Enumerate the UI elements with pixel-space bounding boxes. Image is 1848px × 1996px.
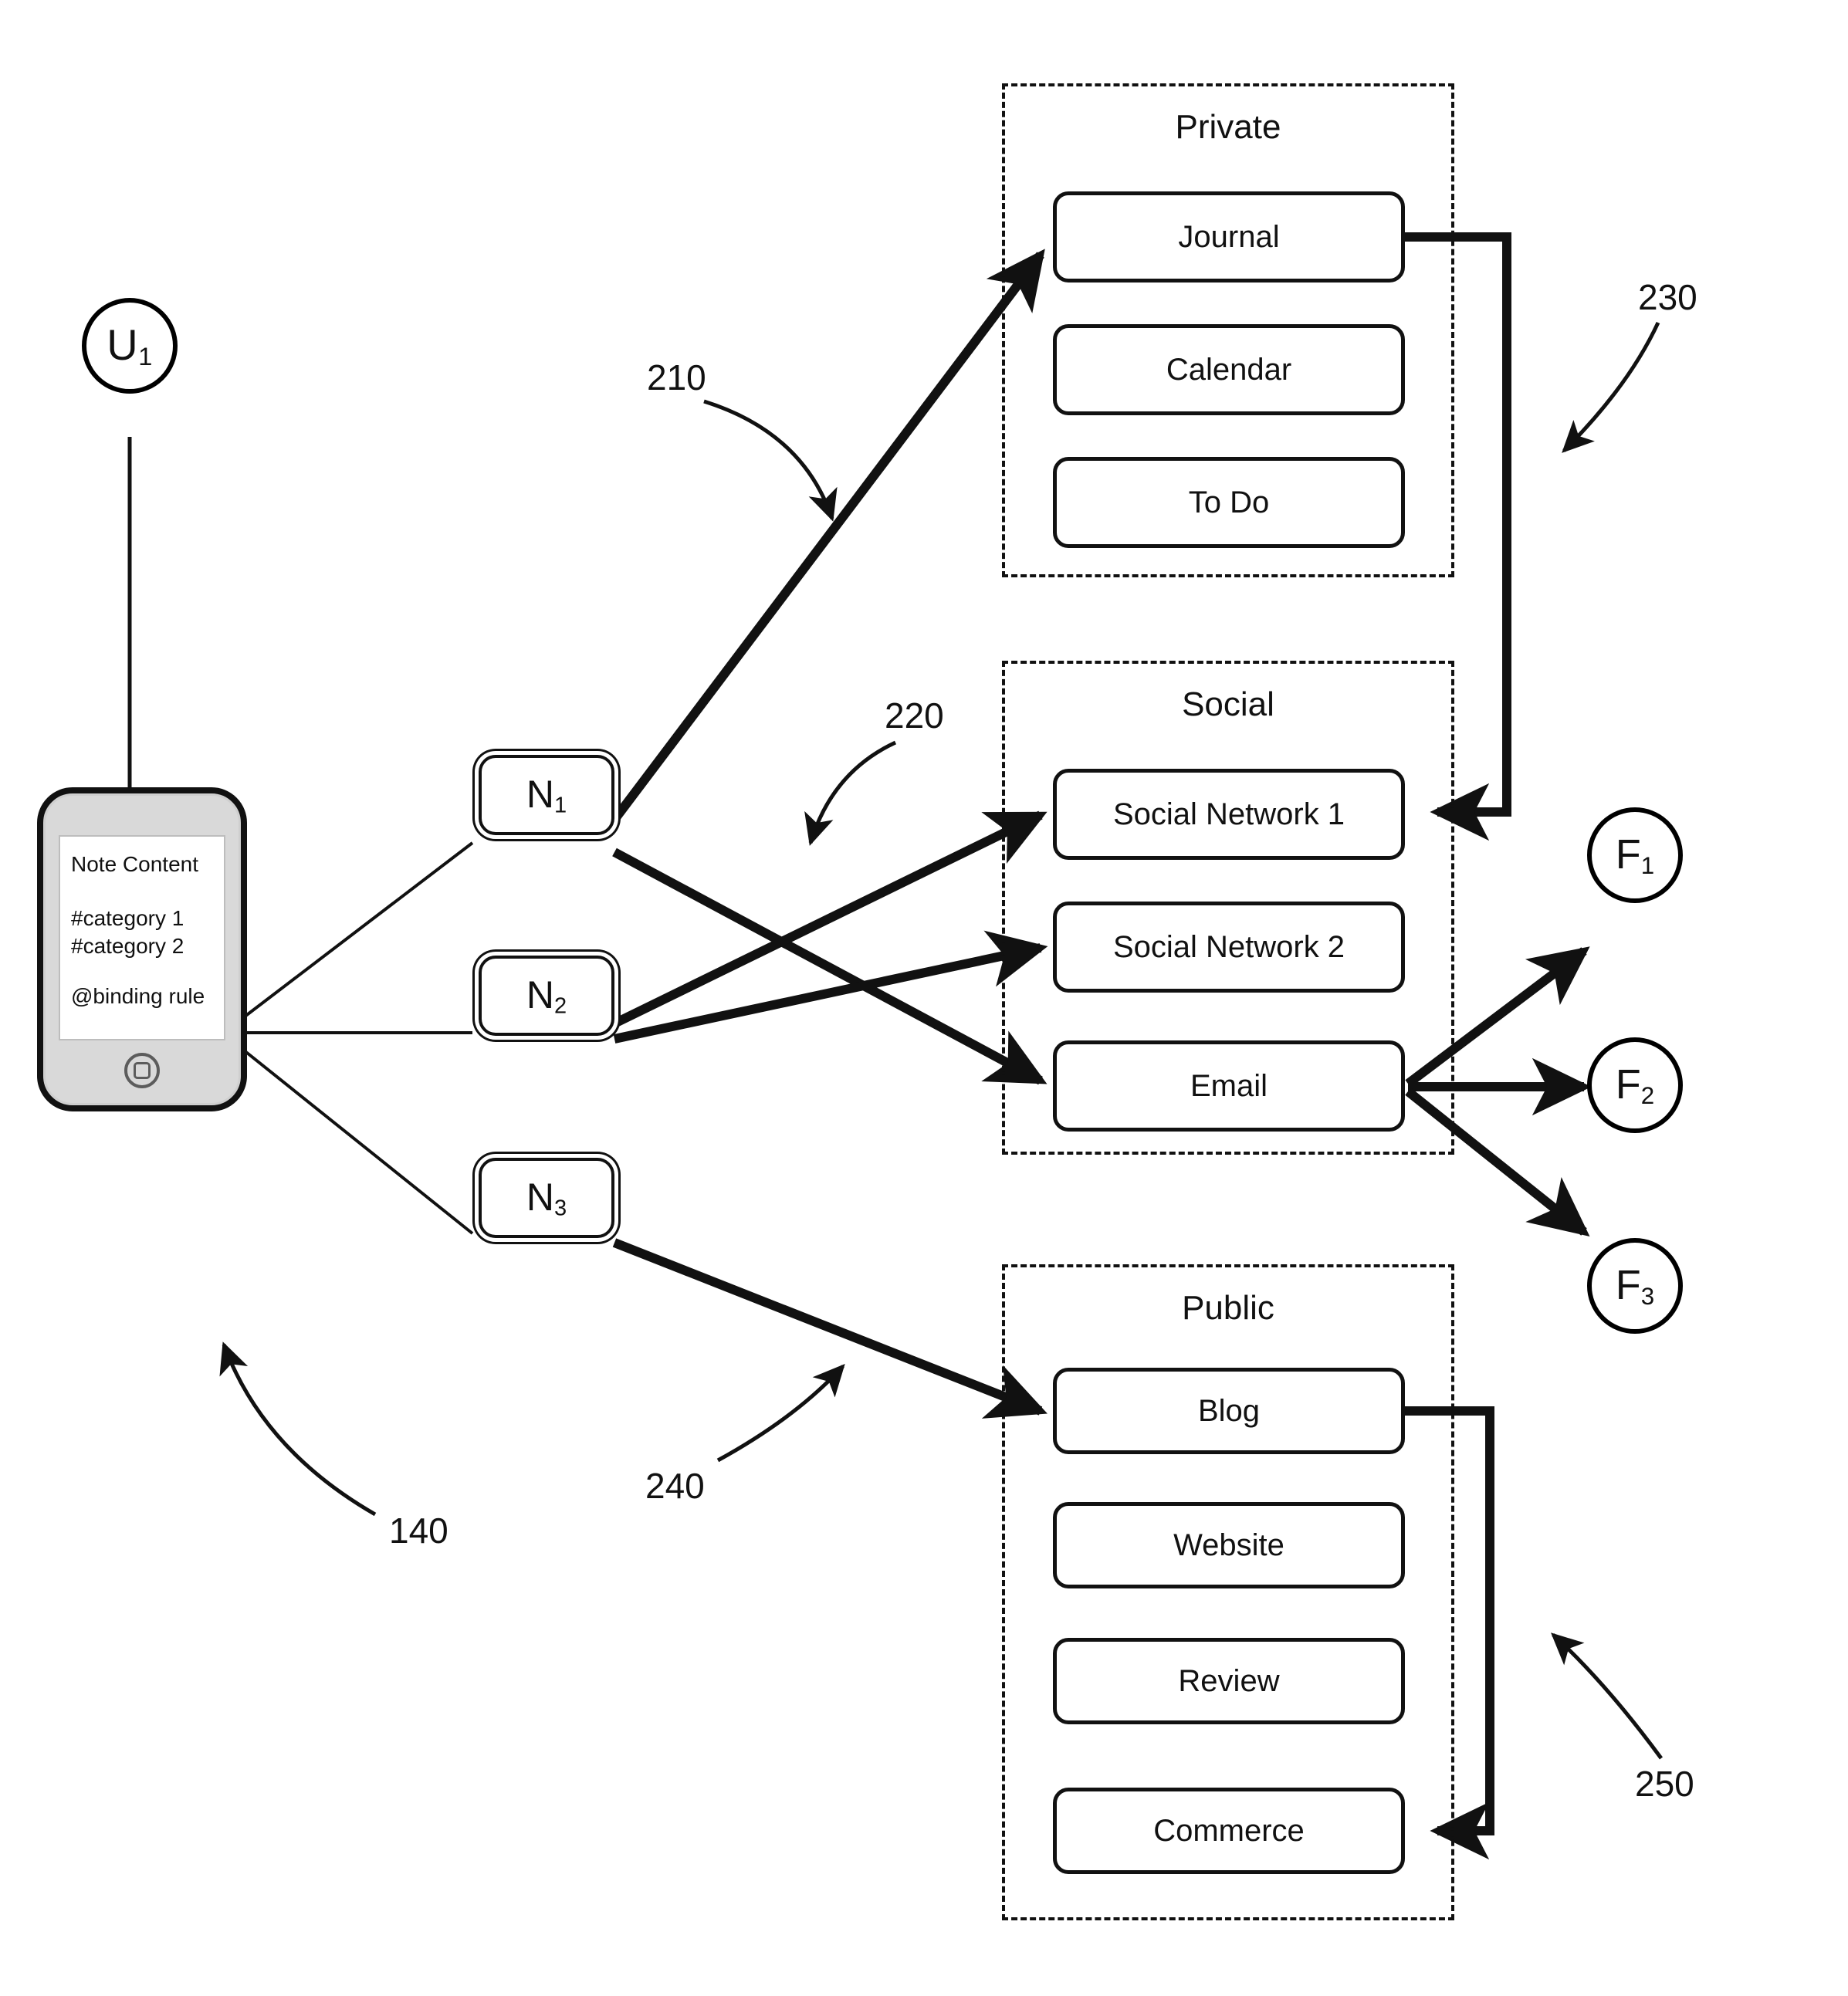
service-social-network-2-label: Social Network 2: [1112, 929, 1345, 964]
service-blog[interactable]: Blog: [1053, 1368, 1405, 1454]
service-calendar-label: Calendar: [1166, 352, 1292, 387]
service-calendar[interactable]: Calendar: [1053, 324, 1405, 415]
friend-node-f2: F2: [1587, 1037, 1683, 1133]
friend-node-f3-label: F3: [1615, 1262, 1655, 1310]
service-website[interactable]: Website: [1053, 1502, 1405, 1588]
leader-220: [804, 740, 897, 846]
service-commerce-label: Commerce: [1153, 1813, 1305, 1848]
leader-210: [703, 399, 838, 522]
service-email[interactable]: Email: [1053, 1040, 1405, 1132]
n2-socialnetwork1-arrow: [612, 810, 1048, 1028]
service-social-network-2[interactable]: Social Network 2: [1053, 902, 1405, 993]
reference-number-250: 250: [1635, 1764, 1694, 1804]
service-commerce[interactable]: Commerce: [1053, 1788, 1405, 1874]
service-social-network-1-label: Social Network 1: [1112, 797, 1345, 831]
n2-socialnetwork2-arrow: [613, 930, 1048, 1044]
note-node-n2-label: N2: [526, 973, 567, 1019]
leader-240: [716, 1364, 845, 1463]
figure-canvas: U1 Note Content #category 1 #category 2 …: [0, 0, 1848, 1996]
note-node-n2[interactable]: N2: [479, 956, 614, 1036]
device-n3-link: [230, 1039, 474, 1235]
user-node: U1: [82, 298, 178, 394]
reference-number-220: 220: [885, 695, 944, 736]
service-journal[interactable]: Journal: [1053, 191, 1405, 282]
service-blog-label: Blog: [1197, 1393, 1261, 1428]
service-email-label: Email: [1190, 1068, 1268, 1103]
note-spacer: [71, 959, 213, 983]
note-node-n1-label: N1: [526, 772, 567, 818]
device-n1-link: [230, 841, 474, 1028]
leader-140: [219, 1341, 377, 1517]
reference-number-240: 240: [645, 1466, 705, 1506]
mobile-device[interactable]: Note Content #category 1 #category 2 @bi…: [37, 787, 247, 1111]
note-tag-1: #category 1: [71, 905, 184, 930]
reference-number-210: 210: [647, 357, 706, 398]
note-binding-rule: @binding rule: [71, 984, 205, 1009]
friend-node-f1: F1: [1587, 807, 1683, 903]
note-tag-2: #category 2: [71, 933, 184, 958]
group-private-title: Private: [1175, 108, 1281, 146]
friend-node-f3: F3: [1587, 1238, 1683, 1334]
leader-230: [1562, 321, 1660, 453]
n1-email-arrow: [612, 847, 1048, 1085]
reference-number-140: 140: [389, 1511, 448, 1551]
group-public-title: Public: [1182, 1289, 1274, 1327]
n1-journal-arrow: [611, 249, 1045, 823]
service-review-label: Review: [1178, 1663, 1280, 1698]
service-todo[interactable]: To Do: [1053, 457, 1405, 548]
home-button-icon[interactable]: [124, 1053, 160, 1088]
note-title: Note Content: [71, 852, 198, 876]
friend-node-f2-label: F2: [1615, 1061, 1655, 1109]
connector-layer: [127, 232, 1664, 1860]
note-node-n3-label: N3: [526, 1175, 567, 1221]
service-todo-label: To Do: [1188, 485, 1270, 519]
note-node-n1[interactable]: N1: [479, 755, 614, 835]
leader-250: [1551, 1632, 1664, 1760]
reference-number-230: 230: [1638, 277, 1697, 317]
friend-node-f1-label: F1: [1615, 831, 1655, 879]
n3-blog-arrow: [612, 1238, 1048, 1419]
device-screen: Note Content #category 1 #category 2 @bi…: [59, 835, 225, 1040]
note-node-n3[interactable]: N3: [479, 1158, 614, 1238]
group-social-title: Social: [1182, 685, 1274, 723]
user-node-label: U1: [107, 320, 153, 371]
service-social-network-1[interactable]: Social Network 1: [1053, 769, 1405, 860]
service-review[interactable]: Review: [1053, 1638, 1405, 1724]
service-website-label: Website: [1173, 1527, 1284, 1562]
service-journal-label: Journal: [1178, 219, 1280, 254]
